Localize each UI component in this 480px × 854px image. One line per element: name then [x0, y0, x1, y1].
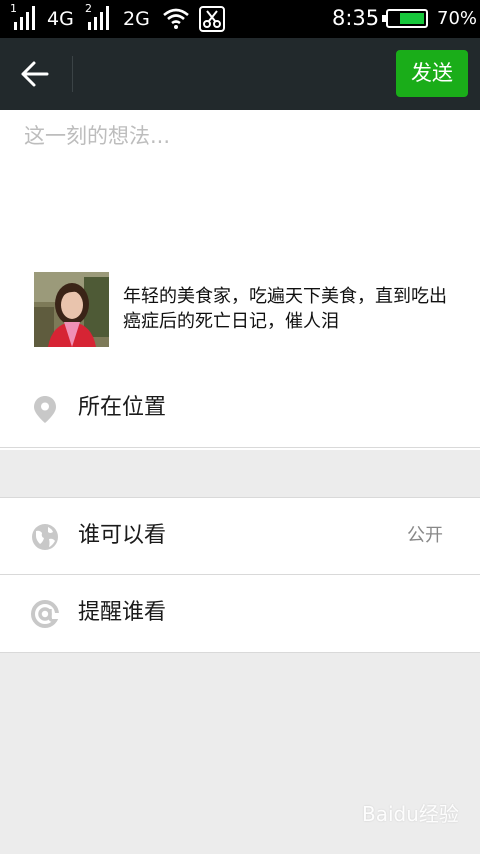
portrait-image	[34, 272, 109, 347]
remind-label: 提醒谁看	[78, 600, 167, 625]
shared-link-title[interactable]: 年轻的美食家，吃遍天下美食，直到吃出癌症后的死亡日记，催人泪	[123, 284, 453, 334]
thought-input[interactable]: 这一刻的想法...	[24, 122, 454, 162]
sim2-network: 2G	[123, 8, 150, 30]
location-label: 所在位置	[78, 395, 167, 420]
title-bar: 发送	[0, 38, 480, 110]
title-divider	[72, 56, 73, 92]
back-button[interactable]	[14, 56, 58, 92]
visibility-row[interactable]: 谁可以看 公开	[0, 497, 480, 575]
globe-icon	[32, 524, 58, 550]
remind-row[interactable]: 提醒谁看	[0, 575, 480, 653]
signal-icon-2	[88, 6, 112, 30]
signal-icon	[14, 6, 38, 30]
battery-icon	[382, 9, 428, 28]
visibility-label: 谁可以看	[78, 523, 167, 548]
sim1-network: 4G	[47, 8, 74, 30]
scissors-icon	[199, 6, 225, 32]
at-sign-icon	[31, 600, 60, 628]
clock: 8:35	[332, 6, 380, 30]
send-button[interactable]: 发送	[396, 50, 468, 97]
location-pin-icon	[34, 396, 56, 423]
shared-link-thumbnail	[34, 272, 109, 347]
visibility-value: 公开	[407, 525, 443, 546]
back-arrow-icon	[21, 61, 49, 87]
wifi-icon	[163, 8, 189, 29]
status-bar: 1 4G 2 2G 8:35 70%	[0, 0, 480, 38]
location-row[interactable]: 所在位置	[0, 370, 480, 448]
battery-percent: 70%	[437, 8, 478, 29]
watermark: Baidu经验	[362, 802, 459, 826]
